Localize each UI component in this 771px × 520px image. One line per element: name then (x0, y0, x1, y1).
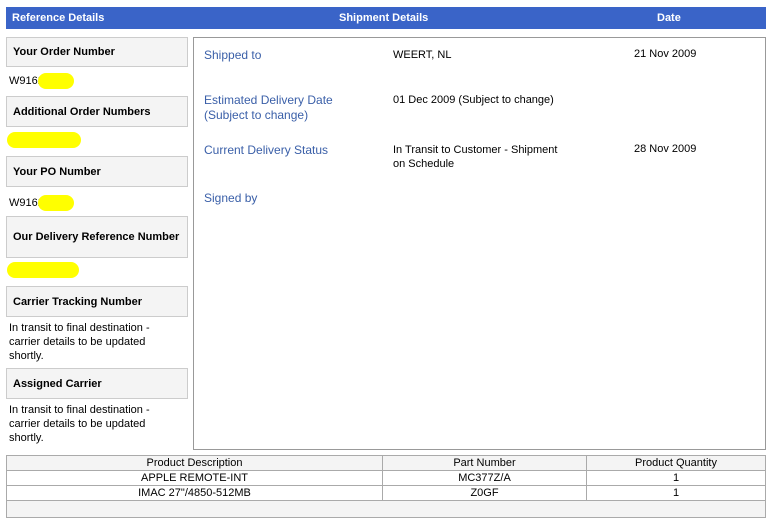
shipped-to-value: WEERT, NL (393, 49, 452, 61)
delivery-status-date: 28 Nov 2009 (634, 143, 697, 155)
table-row: APPLE REMOTE-INT MC377Z/A 1 (6, 470, 766, 486)
table-row: IMAC 27"/4850-512MB Z0GF 1 (6, 485, 766, 501)
product-description: APPLE REMOTE-INT (6, 470, 383, 486)
redaction-mark (7, 262, 79, 278)
estimated-delivery-value: 01 Dec 2009 (Subject to change) (393, 94, 554, 106)
order-number-value: W9162 (9, 73, 179, 89)
redaction-mark (37, 195, 74, 211)
shipment-details-panel: Shipped to WEERT, NL 21 Nov 2009 Estimat… (193, 37, 766, 450)
products-table: Product Description Part Number Product … (6, 455, 766, 518)
section-header: Reference Details Shipment Details Date (6, 7, 766, 29)
assigned-carrier-value: In transit to final destination - carrie… (9, 404, 150, 444)
shipped-to-label: Shipped to (204, 48, 262, 62)
po-number-label: Your PO Number (6, 156, 188, 187)
product-quantity: 1 (586, 470, 766, 486)
reference-details-heading: Reference Details (12, 12, 105, 24)
po-number-value: W9162 (9, 195, 179, 211)
delivery-status-value: In Transit to Customer - Shipment on Sch… (393, 144, 558, 170)
order-number-label: Your Order Number (6, 37, 188, 67)
column-header: Part Number (382, 455, 587, 471)
additional-order-numbers-label: Additional Order Numbers (6, 96, 188, 127)
part-number: MC377Z/A (382, 470, 587, 486)
redaction-mark (37, 73, 74, 89)
estimated-delivery-label: Estimated Delivery Date (Subject to chan… (204, 93, 333, 122)
delivery-reference-label: Our Delivery Reference Number (6, 216, 188, 258)
additional-order-numbers-value (7, 132, 179, 148)
product-quantity: 1 (586, 485, 766, 501)
delivery-reference-value (7, 262, 179, 278)
shipped-to-date: 21 Nov 2009 (634, 48, 697, 60)
table-header-row: Product Description Part Number Product … (6, 455, 766, 471)
table-footer (6, 500, 766, 518)
carrier-tracking-label: Carrier Tracking Number (6, 286, 188, 317)
carrier-tracking-value: In transit to final destination - carrie… (9, 322, 150, 362)
shipment-details-heading: Shipment Details (339, 12, 429, 24)
column-header: Product Quantity (586, 455, 766, 471)
product-description: IMAC 27"/4850-512MB (6, 485, 383, 501)
column-header: Product Description (6, 455, 383, 471)
table-footer-row (6, 500, 766, 518)
assigned-carrier-label: Assigned Carrier (6, 368, 188, 399)
redaction-mark (7, 132, 81, 148)
date-heading: Date (657, 12, 681, 24)
part-number: Z0GF (382, 485, 587, 501)
signed-by-label: Signed by (204, 191, 258, 205)
delivery-status-label: Current Delivery Status (204, 143, 329, 157)
